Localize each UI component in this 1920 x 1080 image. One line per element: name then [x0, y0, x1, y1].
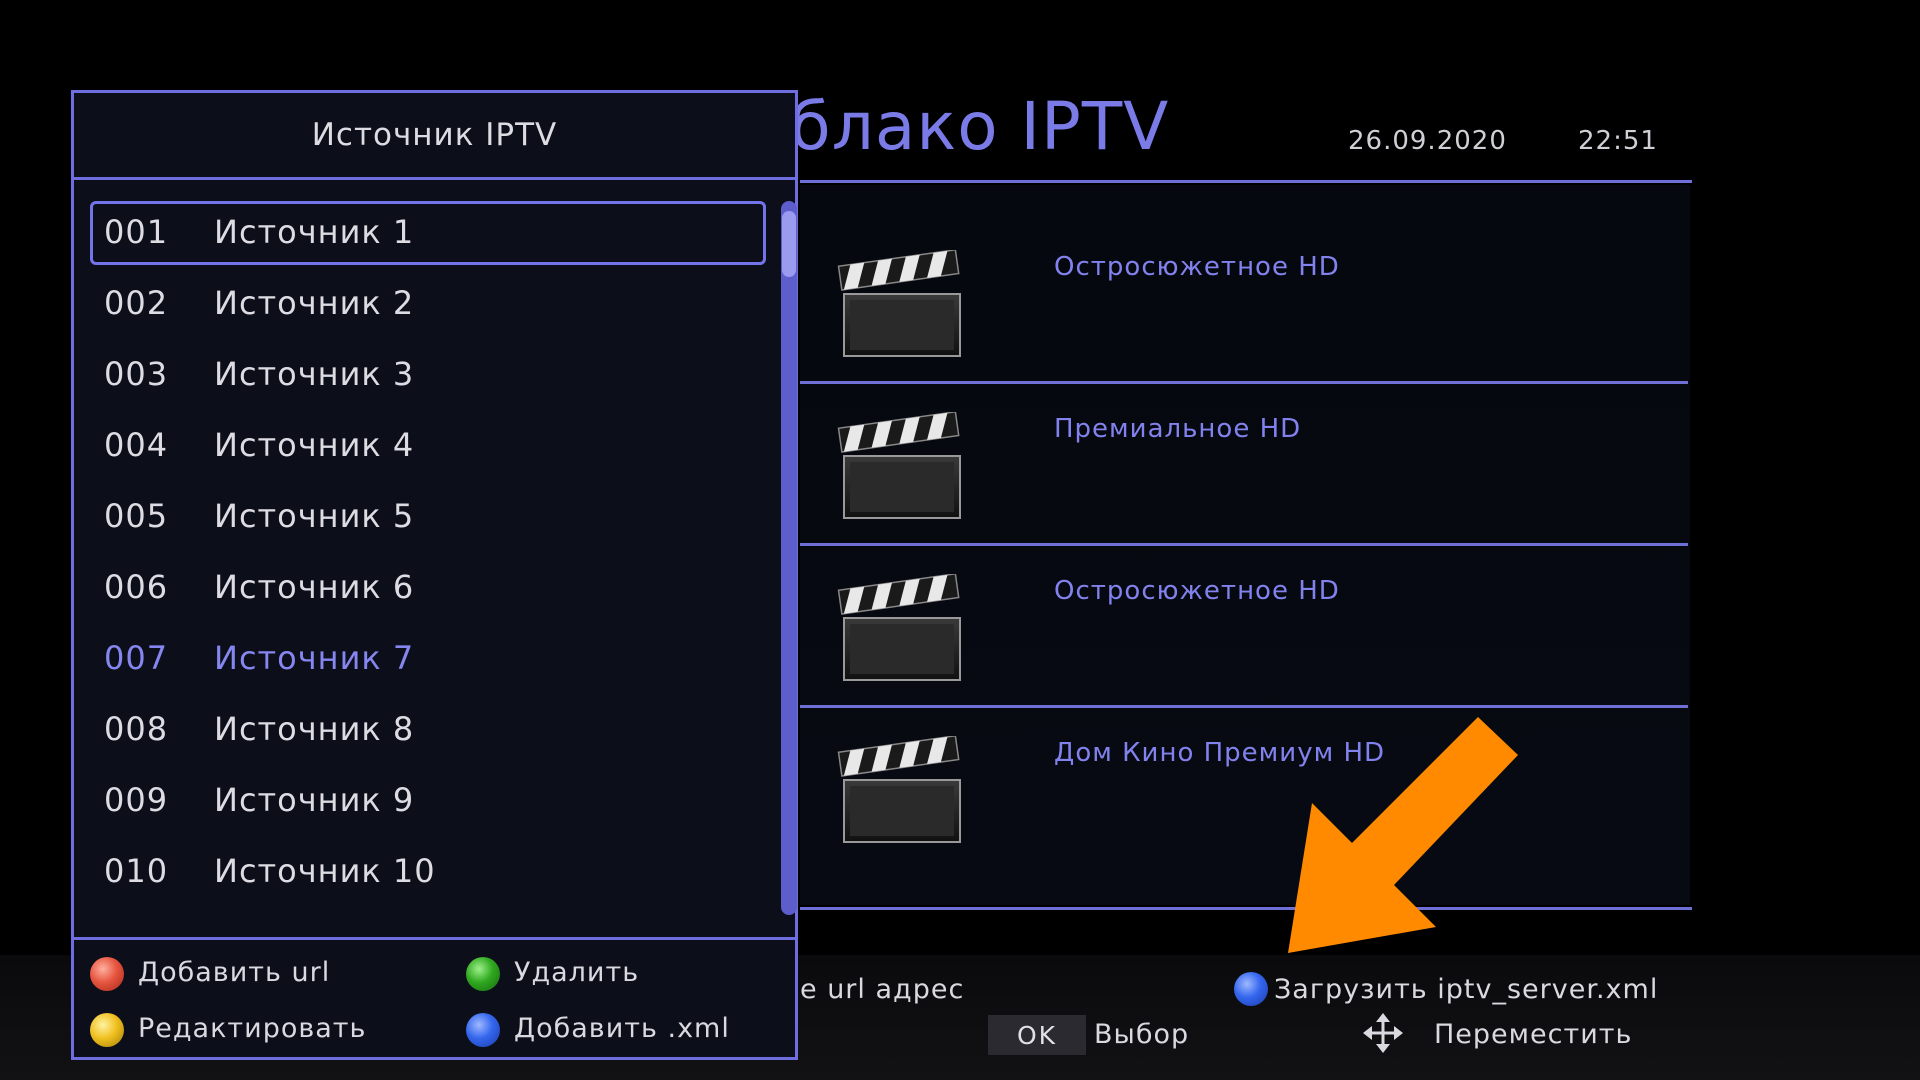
blue-key-icon	[1234, 972, 1268, 1006]
item-number: 006	[104, 568, 169, 606]
channel-row[interactable]: Премиальное HD	[800, 362, 1690, 522]
clapperboard-icon	[837, 736, 961, 843]
blue-key-icon	[466, 1013, 500, 1047]
date-display: 26.09.2020	[1348, 126, 1507, 156]
list-item[interactable]: 003 Источник 3	[90, 343, 766, 407]
legend-load-xml[interactable]: Загрузить iptv_server.xml	[1274, 974, 1658, 1005]
list-item[interactable]: 005 Источник 5	[90, 485, 766, 549]
item-number: 003	[104, 355, 169, 393]
item-number: 001	[104, 213, 169, 251]
screen-title: блако IPTV	[790, 88, 1170, 165]
item-label: Источник 4	[214, 426, 415, 464]
list-item[interactable]: 008 Источник 8	[90, 698, 766, 762]
item-label: Источник 6	[214, 568, 415, 606]
time-display: 22:51	[1578, 126, 1658, 156]
orange-arrow-icon	[1288, 717, 1518, 953]
channel-row[interactable]: Остросюжетное HD	[800, 200, 1690, 360]
header-divider	[800, 180, 1692, 183]
list-item[interactable]: 006 Источник 6	[90, 556, 766, 620]
list-item[interactable]: 010 Источник 10	[90, 840, 766, 904]
add-xml-action[interactable]: Добавить .xml	[514, 1013, 730, 1044]
add-url-action[interactable]: Добавить url	[138, 957, 330, 988]
item-number: 007	[104, 639, 169, 677]
dialog-footer: Добавить url Удалить Редактировать Добав…	[74, 937, 795, 1057]
tv-screen: блако IPTV 26.09.2020 22:51 Остросюжетно…	[0, 0, 1920, 1080]
legend-move: Переместить	[1434, 1019, 1633, 1050]
list-item[interactable]: 007 Источник 7	[90, 627, 766, 691]
list-item[interactable]: 002 Источник 2	[90, 272, 766, 336]
legend-url-address: e url адрес	[800, 974, 965, 1005]
dialog-title: Источник IPTV	[74, 93, 795, 180]
green-key-icon	[466, 957, 500, 991]
clapperboard-icon	[837, 574, 961, 681]
scrollbar-thumb[interactable]	[782, 211, 796, 277]
clapperboard-icon	[837, 412, 961, 519]
item-label: Источник 10	[214, 852, 436, 890]
item-number: 005	[104, 497, 169, 535]
channel-row[interactable]: Дом Кино Премиум HD	[800, 686, 1690, 846]
item-label: Источник 3	[214, 355, 415, 393]
list-item[interactable]: 009 Источник 9	[90, 769, 766, 833]
clapperboard-icon	[837, 250, 961, 357]
red-key-icon	[90, 957, 124, 991]
list-item[interactable]: 001 Источник 1	[90, 201, 766, 265]
scrollbar-track[interactable]	[781, 201, 797, 915]
edit-action[interactable]: Редактировать	[138, 1013, 366, 1044]
list-item[interactable]: 004 Источник 4	[90, 414, 766, 478]
item-label: Источник 9	[214, 781, 415, 819]
item-number: 009	[104, 781, 169, 819]
item-label: Источник 2	[214, 284, 415, 322]
item-number: 002	[104, 284, 169, 322]
ok-key[interactable]: OK	[988, 1015, 1086, 1055]
item-label: Источник 8	[214, 710, 415, 748]
channel-row[interactable]: Остросюжетное HD	[800, 524, 1690, 684]
delete-action[interactable]: Удалить	[514, 957, 639, 988]
iptv-source-dialog: Источник IPTV 001 Источник 1 002 Источни…	[71, 90, 798, 1060]
item-number: 008	[104, 710, 169, 748]
item-label: Источник 7	[214, 639, 415, 677]
item-number: 004	[104, 426, 169, 464]
legend-select: Выбор	[1094, 1019, 1190, 1050]
item-label: Источник 5	[214, 497, 415, 535]
channel-name: Премиальное HD	[1054, 414, 1302, 444]
item-number: 010	[104, 852, 169, 890]
yellow-key-icon	[90, 1013, 124, 1047]
channel-name: Остросюжетное HD	[1054, 252, 1340, 282]
item-label: Источник 1	[214, 213, 415, 251]
list-bottom-divider	[800, 907, 1692, 910]
move-arrows-icon	[1363, 1013, 1403, 1053]
channel-name: Остросюжетное HD	[1054, 576, 1340, 606]
